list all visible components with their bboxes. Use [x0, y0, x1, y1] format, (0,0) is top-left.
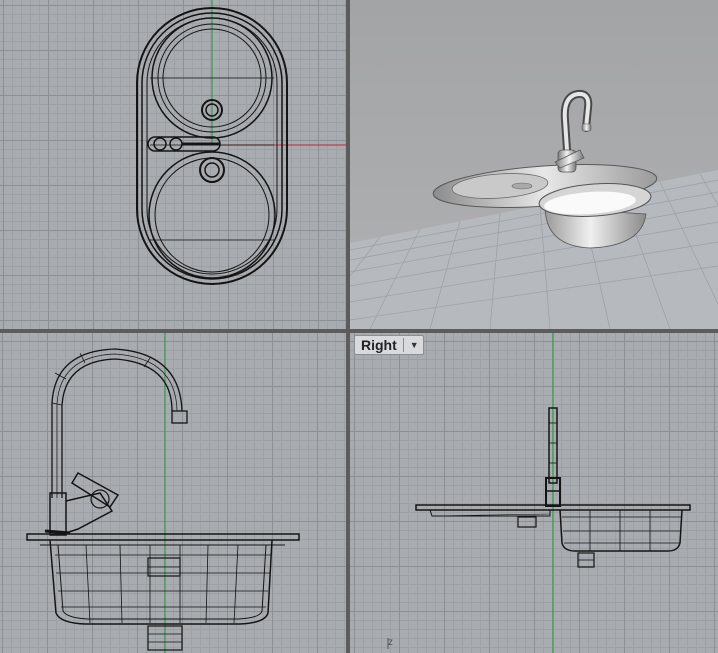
sink-outline-front: [26, 348, 300, 651]
z-axis-label: z: [388, 637, 393, 648]
viewport-title-tab-right[interactable]: Right ▼: [354, 335, 424, 355]
front-viewport[interactable]: [0, 333, 346, 653]
top-viewport[interactable]: [0, 0, 346, 329]
viewport-title-label[interactable]: Right: [361, 337, 397, 353]
front-view-wireframe: [26, 333, 300, 653]
rhino-four-viewport-layout: z Right ▼: [0, 0, 718, 653]
right-viewport[interactable]: z Right ▼: [350, 333, 718, 653]
top-view-wireframe: [136, 0, 346, 285]
perspective-render: [350, 0, 718, 329]
tab-separator: [402, 338, 404, 352]
perspective-viewport[interactable]: [350, 0, 718, 329]
right-view-wireframe: z: [387, 333, 691, 653]
chevron-down-icon[interactable]: ▼: [410, 340, 419, 350]
